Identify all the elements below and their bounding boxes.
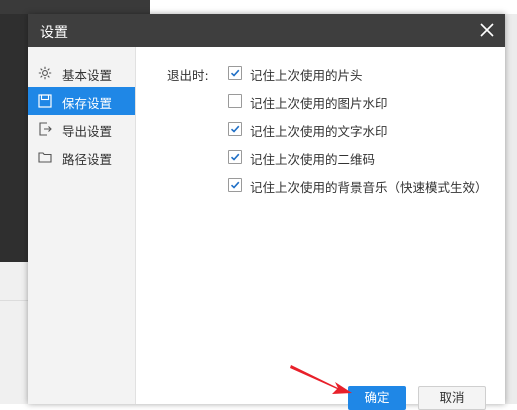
background-divider — [0, 300, 28, 301]
sidebar-item-path[interactable]: 路径设置 — [28, 143, 135, 171]
gear-icon — [38, 66, 52, 80]
check-icon — [230, 181, 240, 189]
ok-button[interactable]: 确定 — [348, 386, 406, 410]
checkbox[interactable] — [228, 94, 242, 108]
settings-dialog: 设置 基本设置 保存设置 导出设置 路径设置 退出时: 记住上次使用的片头 记住… — [28, 14, 505, 410]
background-panel — [0, 14, 28, 264]
option-label: 记住上次使用的文字水印 — [250, 124, 388, 139]
save-icon — [38, 94, 52, 108]
cancel-button[interactable]: 取消 — [418, 386, 486, 410]
sidebar-item-export[interactable]: 导出设置 — [28, 115, 135, 143]
close-icon — [480, 23, 494, 37]
background-toolbar — [0, 0, 150, 14]
checkbox[interactable] — [228, 150, 242, 164]
check-icon — [230, 125, 240, 133]
sidebar-item-basic[interactable]: 基本设置 — [28, 59, 135, 87]
checkbox[interactable] — [228, 66, 242, 80]
option-label: 记住上次使用的二维码 — [250, 152, 376, 167]
sidebar-item-label: 路径设置 — [62, 152, 113, 167]
background-right-strip — [505, 14, 517, 404]
check-icon — [230, 153, 240, 161]
dialog-titlebar: 设置 — [28, 14, 505, 47]
export-icon — [39, 122, 52, 136]
exit-label: 退出时: — [167, 68, 209, 83]
checkbox[interactable] — [228, 178, 242, 192]
close-button[interactable] — [477, 20, 497, 40]
dialog-title: 设置 — [40, 25, 68, 41]
sidebar-item-label: 基本设置 — [62, 68, 113, 83]
settings-sidebar: 基本设置 保存设置 导出设置 路径设置 — [28, 47, 136, 404]
sidebar-item-save[interactable]: 保存设置 — [28, 87, 135, 115]
check-icon — [230, 69, 240, 77]
option-label: 记住上次使用的背景音乐（快速模式生效） — [250, 180, 488, 195]
settings-content: 退出时: 记住上次使用的片头 记住上次使用的图片水印 记住上次使用的文字水印 记… — [136, 47, 505, 404]
option-label: 记住上次使用的图片水印 — [250, 96, 388, 111]
sidebar-item-label: 保存设置 — [62, 96, 113, 111]
sidebar-item-label: 导出设置 — [62, 124, 113, 139]
checkbox[interactable] — [228, 122, 242, 136]
folder-icon — [38, 152, 52, 163]
option-label: 记住上次使用的片头 — [250, 68, 363, 83]
